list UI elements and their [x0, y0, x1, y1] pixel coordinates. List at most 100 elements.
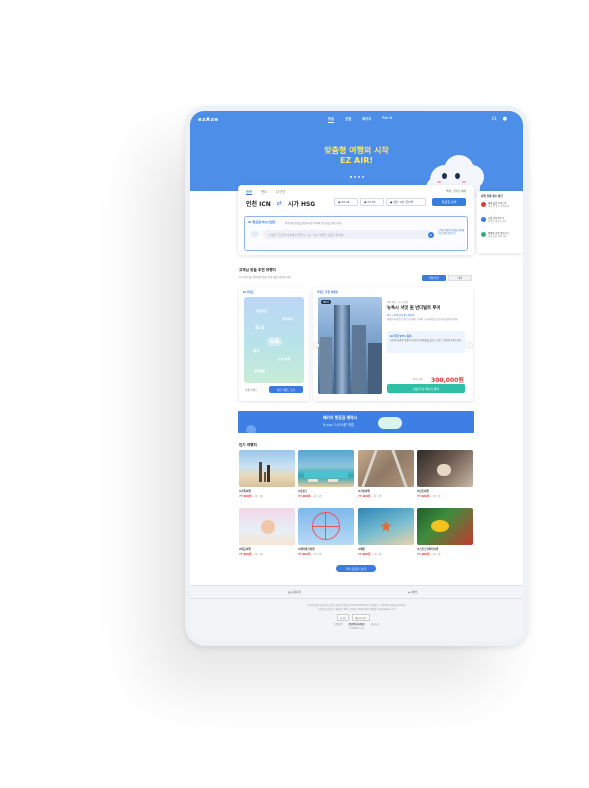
copyright: © EZAZE corp. [348, 627, 365, 630]
ai-assistant-tag: AI 항공권 어시스턴트 [248, 220, 276, 224]
tile-price: 77,900원~ 1인 기준 [239, 552, 263, 556]
npay-promo-banner[interactable]: 패키지 항공권 예약시 N pay 2,000원 적립 [238, 411, 474, 433]
other-keywords-button[interactable]: 다른 키워드 보기 [269, 386, 303, 393]
slide-dot[interactable] [350, 176, 352, 178]
footer-link-notice[interactable]: ▤ 공지사항 [288, 590, 301, 594]
send-icon[interactable]: ➤ [428, 231, 434, 238]
book-package-button[interactable]: 항공권 및 패키지 예약 [387, 384, 465, 393]
headset-icon[interactable]: ☊ [492, 116, 496, 122]
company-address: 서울특별시 강남구 테헤란로 000 고객센터 1588-0000 이메일 he… [317, 608, 396, 611]
passenger-value: 성인 1명, 일반석 [393, 200, 414, 204]
keyword-chip-selected[interactable]: 뉴욕 [267, 337, 283, 346]
slide-dot[interactable] [358, 176, 360, 178]
route-selector: 인천 ICN ⇄ 시가 HSG [246, 199, 315, 208]
tablet-frame: ezAze 항공 호텔 패키지 For U ☊ ● 맞춤형 여행의 시작 EZ … [185, 106, 528, 646]
flight-search-card: 왕복 편도 다구간 해외 출발편 예매 인천 ICN ⇄ 시가 HSG ▣ 06… [238, 185, 474, 255]
nav-link-for-u[interactable]: For U [382, 116, 392, 123]
passenger-field[interactable]: ● 성인 1명, 일반석 [386, 198, 426, 206]
tile-price: 77,900원~ 1인 기준 [298, 552, 322, 556]
tile-price-suffix: 1인 기준 [254, 553, 263, 556]
tab-one-way[interactable]: 편도 [261, 189, 267, 195]
keyword-chip[interactable]: 액티비티 [282, 317, 293, 321]
tile-scuba-diving-photo[interactable] [417, 508, 473, 545]
ai-assistant-box: AI 항공권 어시스턴트 여행지와 일정을 말씀하시면 최적의 항공권을 찾아드… [244, 216, 468, 251]
mascot-icon [251, 231, 259, 237]
tile-theme-park-photo[interactable] [298, 508, 354, 545]
footer-divider [190, 598, 523, 599]
tile-price-value: 77,900원~ [239, 553, 254, 556]
tile-babymoon-photo[interactable] [239, 508, 295, 545]
ai-match-label: AI 추천 97% 일치 [390, 335, 412, 338]
next-arrow-icon[interactable]: › [467, 343, 472, 348]
family-site-select[interactable]: 패밀리사이트 [352, 614, 371, 621]
more-flights-button[interactable]: 추천 항공권 더보기 [336, 565, 376, 572]
tile-price-value: 77,900원~ [239, 495, 254, 498]
ai-assistant-subtitle: 여행지와 일정을 말씀하시면 최적의 항공권을 찾아드려요 [285, 221, 342, 225]
swap-icon[interactable]: ⇄ [277, 200, 282, 207]
policy-links: 이용약관 개인정보처리방침 회사소개 [190, 622, 523, 626]
terms-link[interactable]: 이용약관 [334, 622, 342, 626]
checklist-item-guidebook[interactable]: 해외 출발 가이드북 여행 전 필수 준비사항 [481, 202, 509, 208]
trip-price: 300,000원 [431, 377, 464, 384]
all-keywords-label[interactable]: 전체 키워드 [245, 388, 258, 392]
tab-round-trip[interactable]: 왕복 [246, 189, 253, 195]
tile-name: #해변 [358, 548, 365, 551]
tile-family-trip-photo[interactable] [239, 450, 295, 487]
nav-icons: ☊ ● [492, 116, 507, 122]
about-link[interactable]: 회사소개 [371, 622, 379, 626]
ai-prompt-input[interactable]: “다음주 금요일 서울에서 제주도 가는 가장 저렴한 항공권 찾아줘” [263, 230, 433, 239]
new-york-photo: BEST [318, 297, 382, 394]
slide-dot[interactable] [362, 176, 364, 178]
tile-honeymoon-photo[interactable] [417, 450, 473, 487]
prev-arrow-icon[interactable]: ‹ [314, 343, 319, 348]
user-icon[interactable]: ● [503, 116, 507, 122]
checklist-item-for-u[interactable]: 포털 추천 For U 맞춤형 여행지 추천 [481, 217, 506, 223]
return-date-field[interactable]: ▣ 05.05 [360, 198, 384, 206]
keyword-chip[interactable]: 문화예술 [254, 369, 265, 373]
brand-logo[interactable]: ezAze [198, 117, 219, 123]
toggle-theme[interactable]: 테마 [448, 275, 472, 281]
flight-search-button[interactable]: 항공권 검색 [432, 198, 466, 206]
tab-multi-city[interactable]: 다구간 [276, 189, 285, 195]
departure-date-field[interactable]: ▣ 06.06 [334, 198, 358, 206]
toggle-general[interactable]: 일반추천 [422, 275, 446, 281]
tile-price-suffix: 1인 기준 [373, 553, 382, 556]
trip-title: 뉴욕시 서밋 원 반더빌트 투어 [387, 306, 441, 311]
checklist-item-duty-free[interactable]: 면세점 쇼핑 바로가기 최대 할인 혜택 제공 [481, 232, 508, 238]
nav-link-package[interactable]: 패키지 [362, 116, 371, 123]
chevron-down-icon[interactable]: ⌄ [261, 388, 263, 391]
tile-price-value: 77,900원~ [417, 553, 432, 556]
privacy-link[interactable]: 개인정보처리방침 [348, 622, 364, 626]
trip-meta: 3박 5일 · 도시 관광 [387, 301, 408, 304]
destination-airport[interactable]: 시가 HSG [288, 199, 315, 208]
language-select[interactable]: 한국어 [337, 614, 350, 621]
origin-airport[interactable]: 인천 ICN [246, 199, 271, 208]
ai-keyword-header: AI 키워드 [243, 291, 255, 294]
popular-title: 인기 여행지 [239, 443, 257, 447]
nav-link-flight[interactable]: 항공 [328, 116, 335, 123]
keyword-cloud: 자연경관 액티비티 도시 뉴욕 휴식 공식 여행 문화예술 [244, 297, 304, 383]
tile-hocance-photo[interactable] [298, 450, 354, 487]
return-date-value: 05.05 [367, 200, 376, 204]
hero-slide-dots[interactable] [350, 176, 364, 178]
tile-price-suffix: 1인 기준 [313, 495, 322, 498]
tile-price: 77,900원~ 1인 기준 [417, 494, 441, 498]
tile-price: 77,900원~ 1인 기준 [417, 552, 441, 556]
footer-link-event[interactable]: ◈ 이벤트 [408, 590, 418, 594]
keyword-chip[interactable]: 도시 [255, 324, 264, 331]
footer-link-notice-label: 공지사항 [291, 591, 301, 594]
tile-beach-photo[interactable] [358, 508, 414, 545]
tile-price: 77,900원~ 1인 기준 [298, 494, 322, 498]
trip-tags: #도시 #전망대 #뉴욕여행 [387, 314, 415, 317]
slide-dot[interactable] [354, 176, 356, 178]
trip-description: 맨해튼의 새로운 랜드마크에서 뉴욕의 스카이라인을 한눈에 감상해 보세요 [387, 318, 458, 321]
recommend-subtitle: AI 키워드를 선택하면 맞춤 여행지를 추천해드려요 [239, 276, 292, 279]
overseas-notice-link[interactable]: 해외 출발편 예매 [446, 189, 466, 193]
keyword-chip[interactable]: 자연경관 [256, 309, 267, 313]
keyword-chip[interactable]: 공식 여행 [278, 357, 290, 361]
tile-train-trip-photo[interactable] [358, 450, 414, 487]
recommend-icon [481, 217, 486, 222]
checklist-item-sub: 최대 할인 혜택 제공 [488, 235, 508, 238]
keyword-chip[interactable]: 휴식 [253, 349, 259, 354]
nav-link-hotel[interactable]: 호텔 [345, 116, 351, 123]
